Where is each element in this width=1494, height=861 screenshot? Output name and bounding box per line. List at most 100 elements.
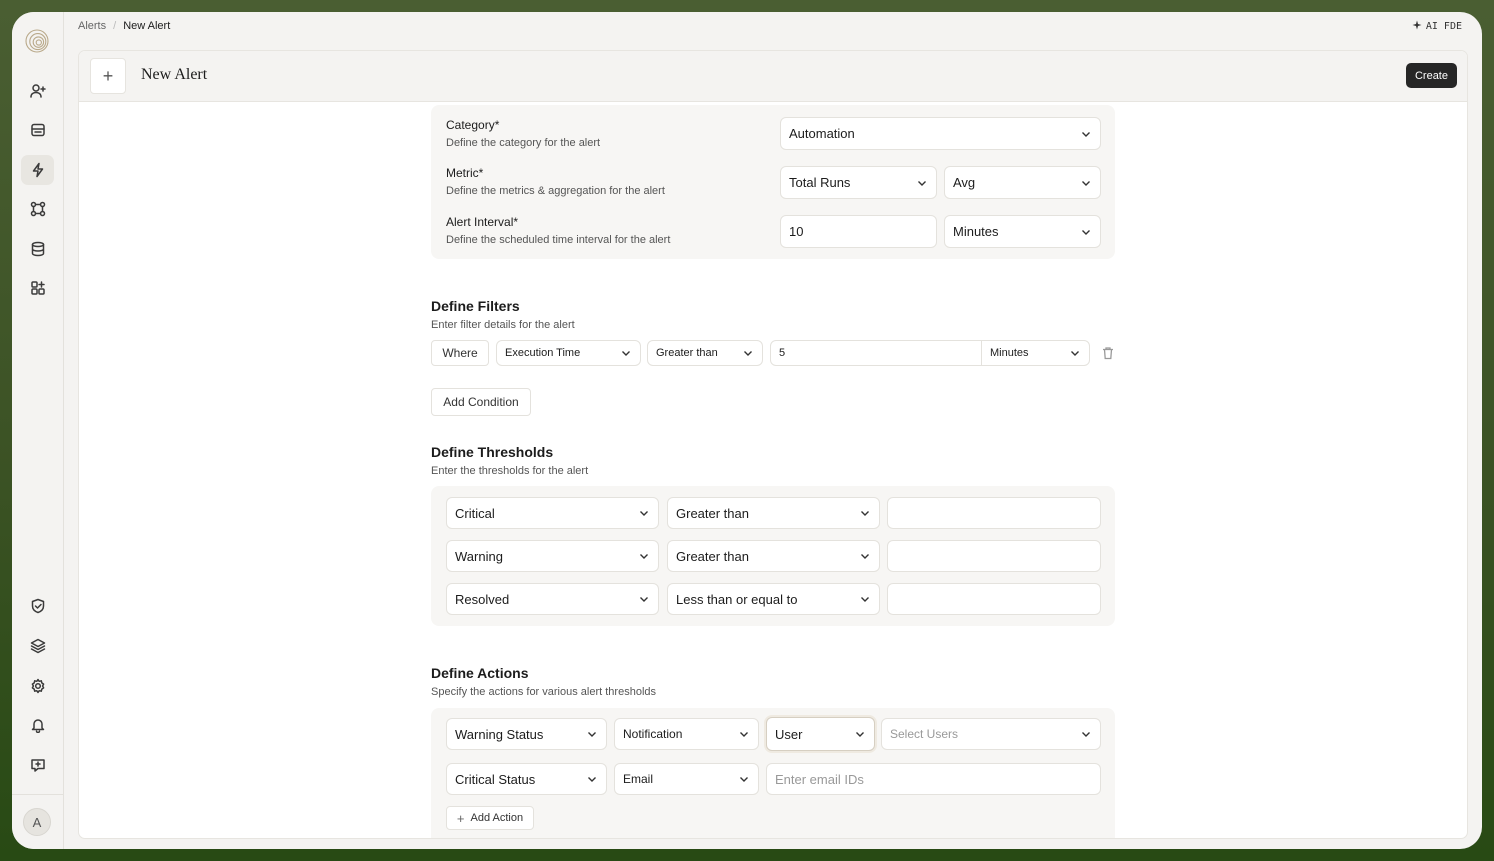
chevron-down-icon <box>620 347 632 359</box>
ai-fde-button[interactable]: AI FDE <box>1412 20 1462 33</box>
breadcrumb-root[interactable]: Alerts <box>78 20 106 32</box>
breadcrumb-current: New Alert <box>123 20 171 32</box>
spiral-logo[interactable] <box>24 28 50 54</box>
chevron-down-icon <box>1069 347 1081 359</box>
threshold-level-select[interactable]: Resolved <box>446 583 659 615</box>
category-label: Category* <box>446 118 500 132</box>
category-value: Automation <box>789 126 855 141</box>
threshold-level-value: Warning <box>455 548 503 564</box>
filter-unit-select[interactable]: Minutes <box>981 341 1089 365</box>
chat-icon[interactable] <box>21 750 54 780</box>
plus-icon[interactable]: + <box>90 58 126 94</box>
sidebar-divider <box>12 794 63 795</box>
chevron-down-icon <box>586 773 598 785</box>
gear-icon[interactable] <box>21 671 54 701</box>
threshold-level-value: Critical <box>455 505 495 521</box>
threshold-operator-select[interactable]: Greater than <box>667 540 880 572</box>
chevron-down-icon <box>638 593 650 605</box>
threshold-operator-select[interactable]: Less than or equal to <box>667 583 880 615</box>
recipient-type-select[interactable]: User <box>766 717 875 751</box>
shield-check-icon[interactable] <box>21 591 54 621</box>
category-desc: Define the category for the alert <box>446 137 601 149</box>
thresholds-subtitle: Enter the thresholds for the alert <box>431 465 589 477</box>
filter-value-input[interactable]: 5 <box>771 347 785 359</box>
chevron-down-icon <box>638 550 650 562</box>
add-condition-button[interactable]: Add Condition <box>431 388 531 416</box>
chevron-down-icon <box>859 550 871 562</box>
action-status-value: Warning Status <box>455 726 544 742</box>
aggregation-value: Avg <box>953 175 976 190</box>
metric-value: Total Runs <box>789 175 851 190</box>
chevron-down-icon <box>738 773 750 785</box>
threshold-value-input[interactable] <box>887 583 1101 615</box>
threshold-value-input[interactable] <box>887 540 1101 572</box>
plus-icon: + <box>456 810 465 826</box>
metric-label: Metric* <box>446 166 484 180</box>
chevron-down-icon <box>638 507 650 519</box>
bell-icon[interactable] <box>21 710 54 740</box>
select-users-placeholder: Select Users <box>890 727 959 741</box>
breadcrumb-separator: / <box>113 20 117 32</box>
inbox-icon[interactable] <box>21 115 54 145</box>
filters-title: Define Filters <box>431 298 520 314</box>
threshold-operator-value: Less than or equal to <box>676 591 798 607</box>
chevron-down-icon <box>1080 177 1092 189</box>
threshold-operator-value: Greater than <box>676 548 749 564</box>
page-title: New Alert <box>141 66 208 83</box>
threshold-level-value: Resolved <box>455 591 510 607</box>
metric-desc: Define the metrics & aggregation for the… <box>446 185 665 197</box>
main-panel: + New Alert Create Category* Define the … <box>78 50 1468 839</box>
filter-operator-select[interactable]: Greater than <box>647 340 763 366</box>
interval-unit-select[interactable]: Minutes <box>944 215 1101 248</box>
chevron-down-icon <box>859 593 871 605</box>
actions-subtitle: Specify the actions for various alert th… <box>431 686 657 698</box>
breadcrumb: Alerts / New Alert <box>78 20 170 32</box>
action-status-select[interactable]: Critical Status <box>446 763 607 795</box>
action-channel-select[interactable]: Notification <box>614 718 759 750</box>
threshold-level-select[interactable]: Warning <box>446 540 659 572</box>
email-ids-input[interactable]: Enter email IDs <box>766 763 1101 795</box>
chevron-down-icon <box>854 728 866 740</box>
threshold-value-input[interactable] <box>887 497 1101 529</box>
action-channel-value: Email <box>623 772 654 786</box>
filter-unit-value: Minutes <box>990 347 1029 359</box>
avatar[interactable]: A <box>23 808 51 836</box>
sidebar: A <box>12 12 64 849</box>
database-icon[interactable] <box>21 234 54 264</box>
user-plus-icon[interactable] <box>21 76 54 106</box>
add-action-button[interactable]: + Add Action <box>446 806 534 830</box>
page-header: + New Alert Create <box>79 51 1467 102</box>
trash-icon[interactable] <box>1101 346 1115 360</box>
chevron-down-icon <box>916 177 928 189</box>
action-channel-value: Notification <box>623 727 683 741</box>
threshold-operator-select[interactable]: Greater than <box>667 497 880 529</box>
filter-field-select[interactable]: Execution Time <box>496 340 641 366</box>
filter-value-group: 5 Minutes <box>770 340 1090 366</box>
category-select[interactable]: Automation <box>780 117 1101 150</box>
threshold-level-select[interactable]: Critical <box>446 497 659 529</box>
chevron-down-icon <box>738 728 750 740</box>
aggregation-select[interactable]: Avg <box>944 166 1101 199</box>
select-users-dropdown[interactable]: Select Users <box>881 718 1101 750</box>
ai-fde-label: AI FDE <box>1425 21 1462 32</box>
workflow-icon[interactable] <box>21 194 54 224</box>
chevron-down-icon <box>742 347 754 359</box>
metric-select[interactable]: Total Runs <box>780 166 937 199</box>
chevron-down-icon <box>1080 728 1092 740</box>
app-window: A Alerts / New Alert AI FDE + New Alert … <box>12 12 1482 849</box>
chevron-down-icon <box>586 728 598 740</box>
action-channel-select[interactable]: Email <box>614 763 759 795</box>
layers-icon[interactable] <box>21 631 54 661</box>
filter-operator-value: Greater than <box>656 347 718 359</box>
interval-input[interactable]: 10 <box>780 215 937 248</box>
thresholds-title: Define Thresholds <box>431 444 554 460</box>
create-button[interactable]: Create <box>1405 63 1457 88</box>
bolt-icon[interactable] <box>21 155 54 185</box>
filters-subtitle: Enter filter details for the alert <box>431 319 575 331</box>
action-status-select[interactable]: Warning Status <box>446 718 607 750</box>
interval-label: Alert Interval* <box>446 215 519 229</box>
chevron-down-icon <box>1080 128 1092 140</box>
interval-unit-value: Minutes <box>953 224 999 239</box>
filter-where-label: Where <box>431 340 489 366</box>
apps-icon[interactable] <box>21 273 54 303</box>
